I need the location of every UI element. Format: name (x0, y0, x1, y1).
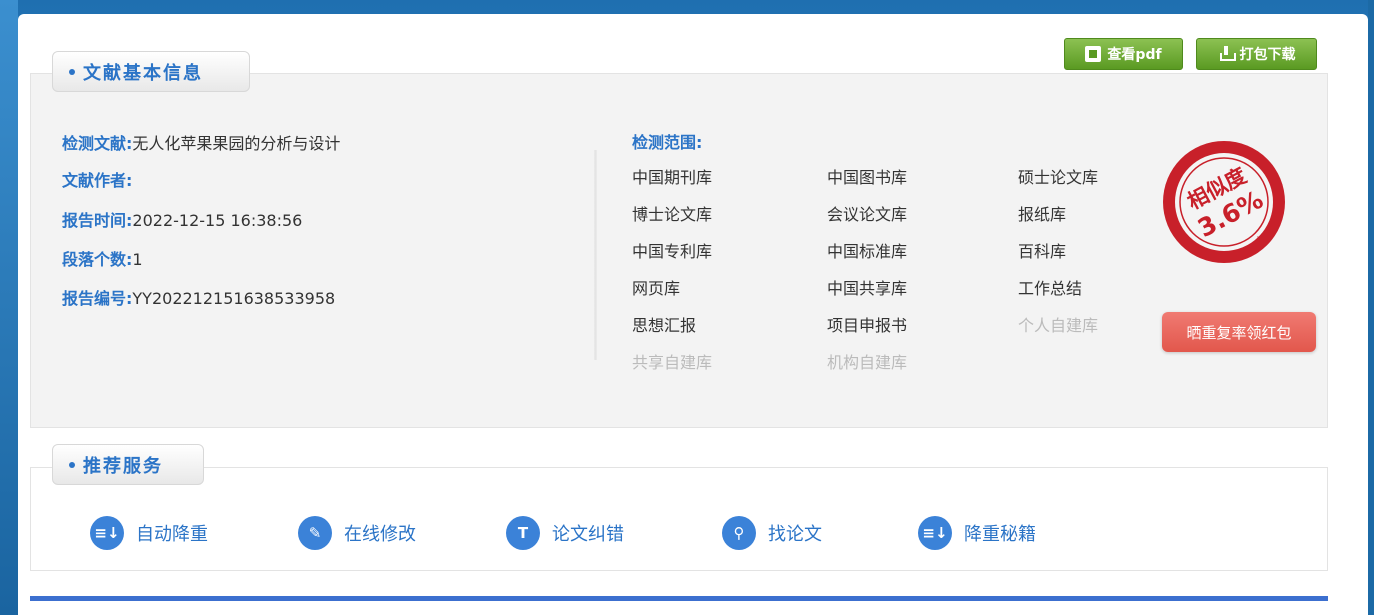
services-title: 推荐服务 (83, 455, 163, 477)
view-pdf-button[interactable]: 查看pdf (1064, 38, 1183, 70)
scope-item: 报纸库 (1018, 205, 1067, 224)
text-t-icon: T (506, 516, 540, 550)
scope-item: 硕士论文库 (1018, 168, 1099, 187)
search-icon: ⚲ (722, 516, 756, 550)
info-label: 报告时间: (62, 211, 133, 230)
scope-item: 中国图书库 (827, 168, 908, 187)
info-value: 无人化苹果果园的分析与设计 (132, 134, 341, 153)
scope-title: 检测范围: (632, 133, 703, 152)
basic-info-title: 文献基本信息 (83, 62, 203, 84)
pdf-icon (1085, 46, 1102, 62)
service-label: 论文纠错 (552, 524, 624, 545)
scope-item: 共享自建库 (632, 353, 713, 372)
scope-item: 会议论文库 (827, 205, 908, 224)
info-row-author: 文献作者: (62, 167, 132, 191)
download-icon (1218, 46, 1236, 62)
scope-item: 工作总结 (1018, 279, 1083, 298)
info-label: 文献作者: (62, 171, 133, 190)
view-pdf-label: 查看pdf (1107, 47, 1162, 63)
info-row-report-number: 报告编号:YY202212151638533958 (62, 285, 335, 309)
service-item[interactable]: ✎ 在线修改 (298, 516, 416, 550)
pencil-icon: ✎ (298, 516, 332, 550)
download-button[interactable]: 打包下载 (1196, 38, 1317, 70)
service-label: 降重秘籍 (964, 524, 1036, 545)
scope-item: 中国期刊库 (632, 168, 713, 187)
info-row-report-time: 报告时间:2022-12-15 16:38:56 (62, 207, 302, 231)
scope-item: 思想汇报 (632, 316, 697, 335)
red-packet-button[interactable]: 晒重复率领红包 (1162, 312, 1316, 352)
service-item[interactable]: T 论文纠错 (506, 516, 624, 550)
similarity-seal: 相似度 3.6% ★ (1163, 141, 1285, 263)
basic-info-tab: 文献基本信息 (52, 51, 250, 92)
scope-item: 中国标准库 (827, 242, 908, 261)
info-label: 段落个数: (62, 250, 133, 269)
service-label: 找论文 (768, 524, 822, 545)
service-item[interactable]: ≡↓ 自动降重 (90, 516, 208, 550)
panel-divider (594, 150, 597, 360)
info-value: 2022-12-15 16:38:56 (132, 211, 303, 230)
services-panel (30, 467, 1328, 571)
service-item[interactable]: ⚲ 找论文 (722, 516, 822, 550)
service-item[interactable]: ≡↓ 降重秘籍 (918, 516, 1036, 550)
bottom-bar (30, 596, 1328, 601)
scope-item: 机构自建库 (827, 353, 908, 372)
bullet-dot (69, 461, 75, 468)
info-value: YY202212151638533958 (132, 289, 336, 308)
info-row-document: 检测文献:无人化苹果果园的分析与设计 (62, 130, 340, 154)
bullet-dot (69, 68, 75, 75)
scope-item: 博士论文库 (632, 205, 713, 224)
info-label: 报告编号: (62, 289, 133, 308)
scope-item: 个人自建库 (1018, 316, 1099, 335)
info-row-paragraphs: 段落个数:1 (62, 246, 143, 270)
scope-item: 中国专利库 (632, 242, 713, 261)
scope-item: 网页库 (632, 279, 681, 298)
service-label: 在线修改 (344, 524, 416, 545)
background-edge-right (1368, 0, 1374, 615)
service-label: 自动降重 (136, 524, 208, 545)
background-edge-left (0, 0, 18, 615)
list-down-icon: ≡↓ (90, 516, 124, 550)
scope-item: 项目申报书 (827, 316, 908, 335)
download-label: 打包下载 (1239, 47, 1296, 63)
star-icon: ★ (1256, 231, 1267, 245)
scope-item: 百科库 (1018, 242, 1067, 261)
list-down-icon: ≡↓ (918, 516, 952, 550)
info-value: 1 (132, 250, 143, 269)
scope-item: 中国共享库 (827, 279, 908, 298)
services-tab: 推荐服务 (52, 444, 204, 485)
info-label: 检测文献: (62, 134, 133, 153)
